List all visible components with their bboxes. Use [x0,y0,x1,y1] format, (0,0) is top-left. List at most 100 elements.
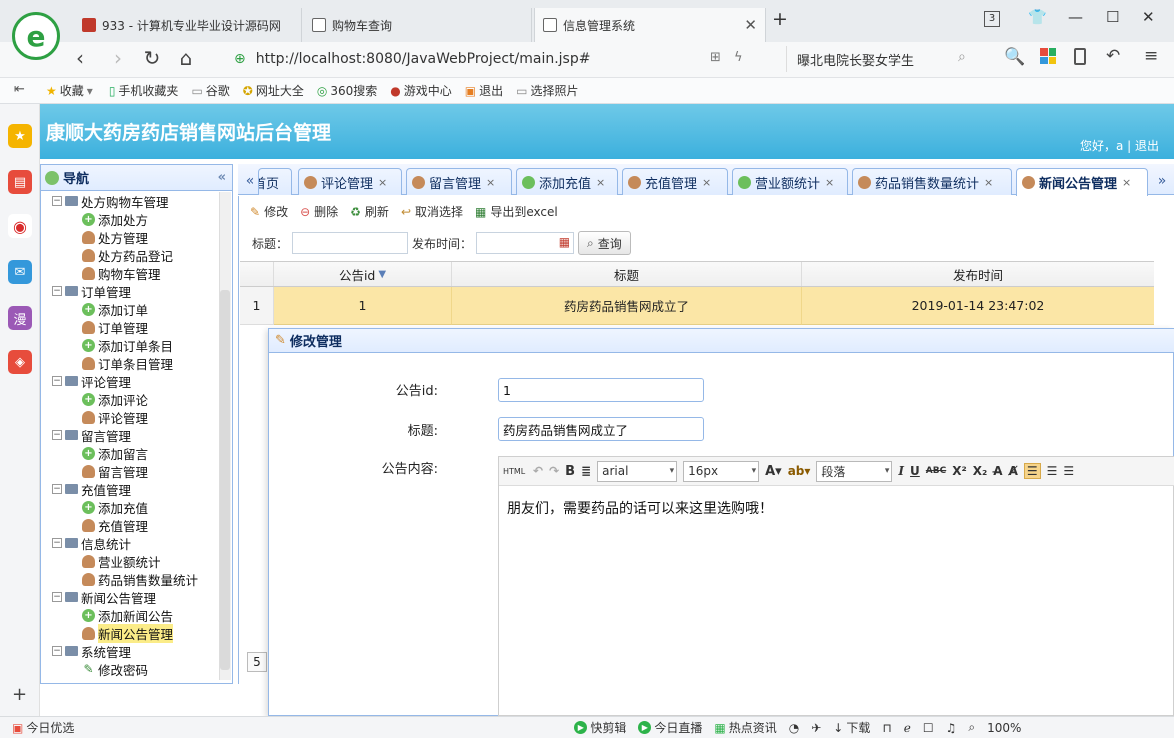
favorites-star-icon[interactable]: ★ [8,124,32,148]
status-quick-edit[interactable]: ▶ 快剪辑 [574,719,626,736]
sidebar-item[interactable]: 购物车管理 [48,264,218,282]
tab-close-icon[interactable]: × [984,176,993,189]
browser-logo-icon[interactable]: e [12,12,60,60]
align-right-icon[interactable]: ☰ [1063,464,1074,478]
highlight-icon[interactable]: ab▾ [788,464,811,478]
undo-icon[interactable]: ↶ [1106,46,1120,66]
sidebar-item[interactable]: + 添加新闻公告 [48,606,218,624]
sidebar-item[interactable]: + 添加评论 [48,390,218,408]
sidebar-item[interactable]: + 添加订单条目 [48,336,218,354]
align-left-icon[interactable]: ☰ [1023,463,1041,479]
sidebar-group[interactable]: − 处方购物车管理 [48,192,218,210]
column-header-time[interactable]: 发布时间 [802,262,1154,286]
add-sidebar-icon[interactable]: + [12,684,27,705]
collapse-toggle-icon[interactable]: − [52,430,62,440]
tab-5[interactable]: 营业额统计 × [732,168,848,195]
query-button[interactable]: ⌕ 查询 [578,231,631,255]
sidebar-item[interactable]: 营业额统计 [48,552,218,570]
status-today-picks[interactable]: ▣ 今日优选 [12,719,74,736]
minimize-icon[interactable]: — [1068,8,1083,26]
collapse-toggle-icon[interactable]: − [52,646,62,656]
zoom-level[interactable]: 100% [987,721,1021,735]
cancel-select-button[interactable]: ↩ 取消选择 [401,203,463,220]
status-download[interactable]: ↓ 下载 [833,719,870,736]
zoom-icon[interactable]: ⌕ [968,720,975,735]
shirt-icon[interactable]: 👕 [1028,8,1047,26]
align-center-icon[interactable]: ☰ [1047,464,1058,478]
sidebar-item[interactable]: ✎ 修改密码 [48,660,218,678]
sidebar-item[interactable]: 留言管理 [48,462,218,480]
grid-icon[interactable]: ⊞ [710,50,721,65]
url-input[interactable]: ⊕ http://localhost:8080/JavaWebProject/m… [226,46,776,72]
sound-icon[interactable]: ♫ [946,721,957,735]
search-icon[interactable]: ⌕ [958,49,966,65]
collapse-toggle-icon[interactable]: − [52,592,62,602]
font-color-icon[interactable]: A▾ [765,464,782,479]
subscript-icon[interactable]: X₂ [973,464,988,478]
bolt-icon[interactable]: ϟ [734,50,743,65]
home-icon[interactable]: ⌂ [172,46,200,70]
search-input[interactable]: 曝北电院长娶女学生 [786,46,982,72]
tab-7[interactable]: 新闻公告管理 × [1016,168,1148,196]
refresh-button[interactable]: ♻ 刷新 [350,203,389,220]
collapse-icon[interactable]: « [218,170,226,185]
gamepad-icon[interactable]: ◈ [8,350,32,374]
speed-icon[interactable]: ◔ [789,721,799,735]
tab-3[interactable]: 添加充值 × [516,168,618,195]
sidebar-item[interactable]: 处方管理 [48,228,218,246]
sidebar-toggle-icon[interactable]: ⇤ [14,82,25,97]
bookmark-google[interactable]: ▭ 谷歌 [191,82,229,99]
browser-tab-3[interactable]: 信息管理系统 ✕ [534,8,766,42]
phone-icon[interactable] [1074,48,1086,65]
bookmark-360[interactable]: ◎ 360搜索 [317,82,377,99]
collapse-toggle-icon[interactable]: − [52,484,62,494]
ie-icon[interactable]: ℯ [904,721,911,735]
clear-format-icon[interactable]: A̶ [993,464,1002,478]
sidebar-group[interactable]: − 留言管理 [48,426,218,444]
back-icon[interactable]: ‹ [66,46,94,70]
edit-button[interactable]: ✎ 修改 [250,203,288,220]
bookmark-favorites[interactable]: ★ 收藏 ▾ [46,82,96,99]
sidebar-item[interactable]: + 添加留言 [48,444,218,462]
tabs-scroll-right[interactable]: » [1152,168,1172,195]
tab-close-icon[interactable]: × [702,176,711,189]
tab-1[interactable]: 评论管理 × [298,168,402,195]
export-excel-button[interactable]: ▦ 导出到excel [475,203,558,220]
sidebar-group[interactable]: − 系统管理 [48,642,218,660]
sidebar-item[interactable]: 新闻公告管理 [48,623,218,643]
comic-icon[interactable]: 漫 [8,306,32,330]
sidebar-item[interactable]: 充值管理 [48,516,218,534]
html-source-button[interactable]: HTML [503,467,527,476]
bookmark-photo[interactable]: ▭ 选择照片 [516,82,578,99]
id-field[interactable]: 1 [498,378,704,402]
tab-close-icon[interactable]: × [486,176,495,189]
weibo-icon[interactable]: ◉ [8,214,32,238]
collapse-toggle-icon[interactable]: − [52,376,62,386]
calendar-icon[interactable]: ▦ [559,235,570,249]
sidebar-item[interactable]: 订单条目管理 [48,354,218,372]
sidebar-group[interactable]: − 订单管理 [48,282,218,300]
collapse-toggle-icon[interactable]: − [52,196,62,206]
mail-icon[interactable]: ✉ [8,260,32,284]
table-row[interactable]: 1 1 药房药品销售网成立了 2019-01-14 23:47:02 [240,287,1154,325]
sidebar-item[interactable]: 药品销售数量统计 [48,570,218,588]
date-filter-input[interactable]: ▦ [476,232,575,254]
delete-button[interactable]: ⊖ 删除 [300,203,338,220]
apps-icon[interactable] [1040,48,1056,64]
tab-close-icon[interactable]: × [825,176,834,189]
sidebar-item[interactable]: 处方药品登记 [48,246,218,264]
sidebar-group[interactable]: − 充值管理 [48,480,218,498]
collapse-toggle-icon[interactable]: − [52,538,62,548]
italic-icon[interactable]: I [898,464,904,478]
column-header-title[interactable]: 标题 [452,262,802,286]
sidebar-group[interactable]: − 新闻公告管理 [48,588,218,606]
sidebar-item[interactable]: 评论管理 [48,408,218,426]
screenshot-icon[interactable]: ⊓ [882,721,891,735]
pager-page-size[interactable]: 5 [247,652,267,672]
forward-icon[interactable]: › [104,46,132,70]
undo-icon[interactable]: ↶ [533,464,543,478]
bookmark-hao[interactable]: ✪ 网址大全 [243,82,304,99]
pin-icon[interactable]: ✈ [811,721,821,735]
user-greeting-logout[interactable]: 您好，a | 退出 [1080,137,1159,154]
tab-4[interactable]: 充值管理 × [622,168,728,195]
